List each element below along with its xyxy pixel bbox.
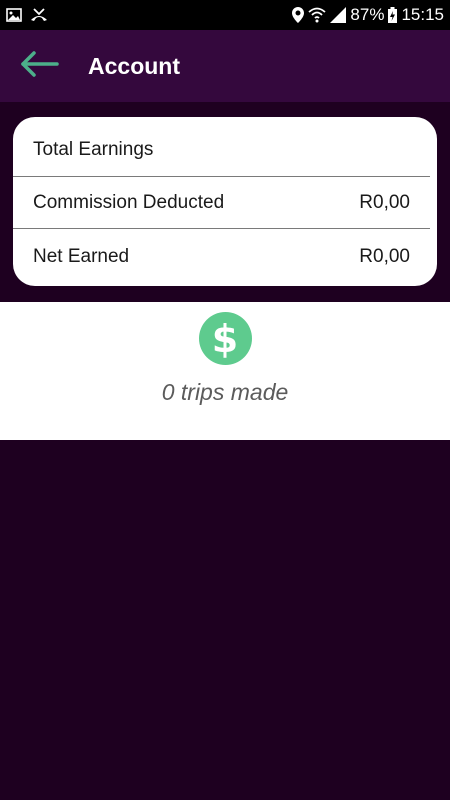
battery-charging-icon: [388, 7, 398, 23]
summary-row-commission-deducted: Commission Deducted R0,00: [13, 177, 430, 229]
arrow-left-icon: [19, 50, 59, 82]
wifi-icon: [308, 7, 327, 23]
summary-row-value: R0,00: [359, 245, 410, 267]
summary-row-total-earnings: Total Earnings: [13, 117, 430, 177]
battery-percentage: 87%: [350, 5, 385, 24]
summary-row-label: Commission Deducted: [33, 191, 225, 213]
trips-count-text: 0 trips made: [161, 379, 289, 405]
app-bar: Account: [0, 30, 450, 102]
summary-row-label: Total Earnings: [33, 138, 154, 160]
page-title: Account: [88, 52, 180, 79]
missed-call-icon: [30, 8, 48, 22]
summary-row-net-earned: Net Earned R0,00: [13, 229, 430, 284]
earnings-summary-card: Total Earnings Commission Deducted R0,00…: [13, 117, 437, 286]
clock: 15:15: [401, 5, 444, 24]
dollar-circle-icon: $: [198, 312, 252, 365]
summary-row-value: R0,00: [359, 191, 410, 213]
image-icon: [6, 8, 22, 22]
location-icon: [292, 7, 305, 23]
signal-icon: [330, 7, 347, 23]
trips-panel: $ 0 trips made: [0, 302, 450, 440]
summary-row-label: Net Earned: [33, 245, 130, 267]
back-button[interactable]: [10, 37, 68, 95]
status-bar: 87% 15:15: [0, 0, 450, 30]
